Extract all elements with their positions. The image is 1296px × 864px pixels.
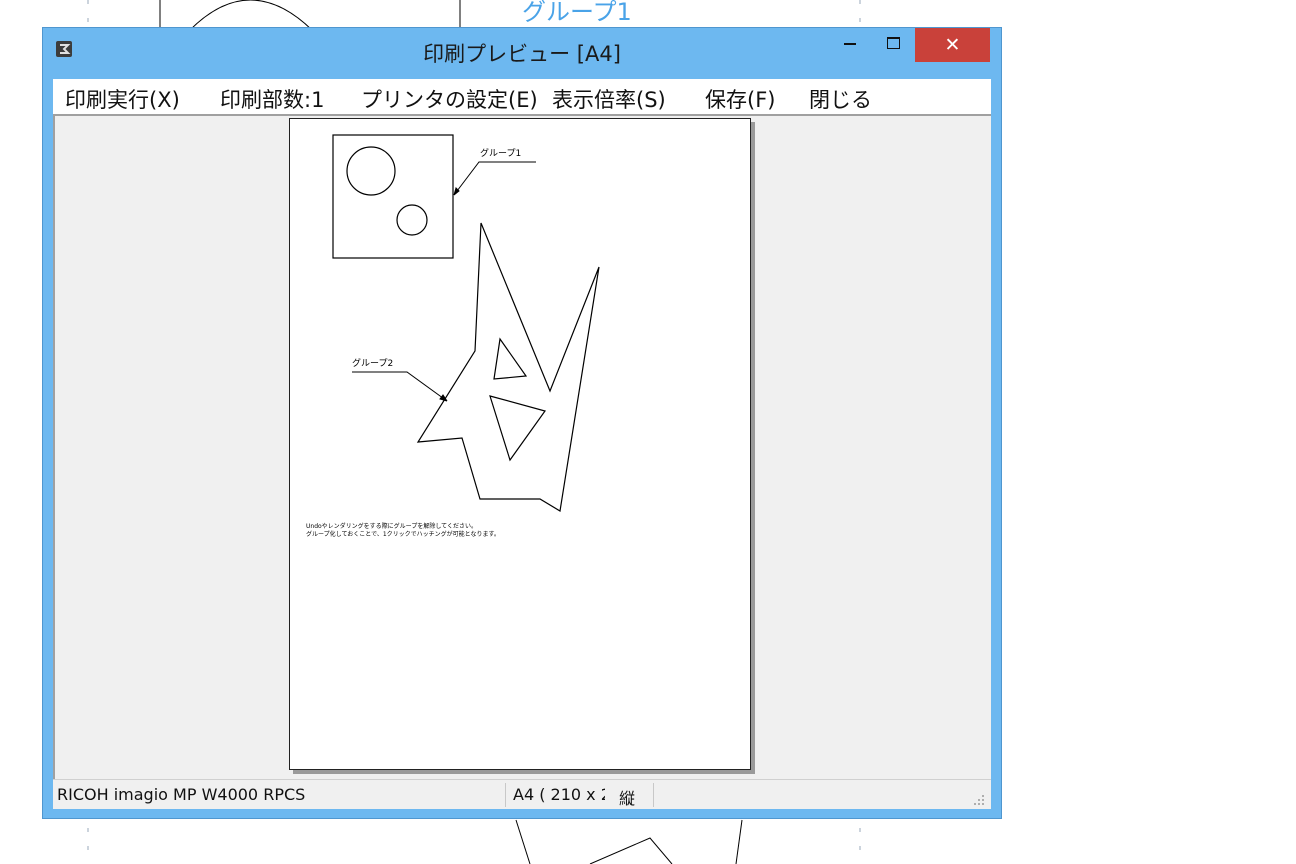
menu-bar: 印刷実行(X) 印刷部数:1 プリンタの設定(E) 表示倍率(S) 保存(F) … (53, 79, 991, 114)
preview-area[interactable]: グループ1 グループ2 Undoやレンダリングをする際にグループを解除してくださ… (53, 114, 991, 779)
group2-inner-triangle-1 (493, 337, 528, 380)
resize-grip-icon[interactable] (971, 792, 985, 806)
group1-large-circle (346, 146, 396, 196)
maximize-icon[interactable] (882, 32, 906, 54)
note-line-1: Undoやレンダリングをする際にグループを解除してください。 (306, 522, 477, 530)
note-line-2: グループ化しておくことで、1クリックでハッチングが可能となります。 (306, 530, 500, 538)
menu-close[interactable]: 閉じる (809, 84, 872, 114)
menu-zoom[interactable]: 表示倍率(S) (552, 84, 666, 114)
status-separator (505, 783, 506, 807)
group2-outer-shape (416, 222, 600, 512)
menu-print[interactable]: 印刷実行(X) (65, 84, 180, 114)
preview-page: グループ1 グループ2 Undoやレンダリングをする際にグループを解除してくださ… (289, 118, 751, 770)
page-drawing: グループ1 グループ2 Undoやレンダリングをする際にグループを解除してくださ… (306, 134, 600, 538)
group1-small-circle (396, 204, 428, 236)
status-orientation: 縦 (619, 789, 636, 808)
menu-copies[interactable]: 印刷部数:1 (220, 84, 324, 114)
close-icon[interactable]: ✕ (915, 28, 990, 62)
title-bar[interactable]: 印刷プレビュー [A4] ✕ (43, 28, 1001, 79)
menu-printer-settings[interactable]: プリンタの設定(E) (361, 84, 538, 114)
print-preview-window: 印刷プレビュー [A4] ✕ 印刷実行(X) 印刷部数:1 プリンタの設定(E)… (42, 27, 1002, 819)
background-group-label: グループ1 (522, 0, 632, 26)
group2-label: グループ2 (352, 357, 393, 369)
status-bar: RICOH imagio MP W4000 RPCS A4 ( 210 x 29… (53, 779, 991, 809)
group2-leader (352, 371, 448, 402)
group1-leader (453, 161, 536, 196)
status-paper-size: A4 ( 210 x 297 mm ) (513, 785, 605, 804)
group1-label: グループ1 (480, 147, 521, 159)
group2-inner-triangle-2 (489, 395, 546, 462)
group1-frame (332, 134, 454, 259)
menu-save[interactable]: 保存(F) (705, 84, 775, 114)
status-separator (653, 783, 654, 807)
minimize-icon[interactable] (841, 32, 861, 54)
status-printer-name: RICOH imagio MP W4000 RPCS (57, 785, 306, 804)
